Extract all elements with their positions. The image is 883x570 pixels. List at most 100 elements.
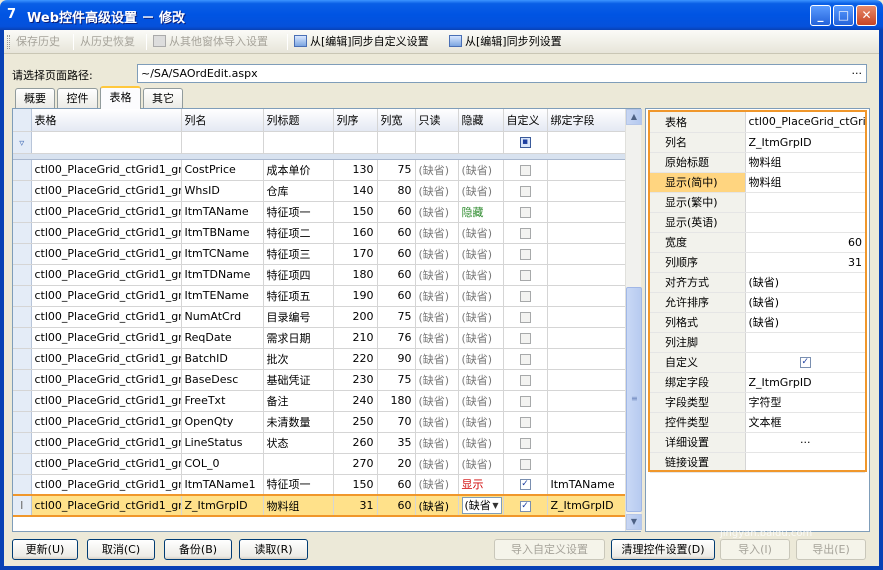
cell-bind-field[interactable] [547, 306, 625, 328]
cell-width[interactable]: 60 [377, 201, 416, 223]
chevron-down-icon[interactable]: ▼ [492, 498, 498, 513]
cell-readonly[interactable]: (缺省) [415, 411, 459, 433]
cell-custom[interactable] [503, 285, 548, 307]
table-row[interactable]: ctl00_PlaceGrid_ctGrid1_gridPOpenQty未清数量… [13, 411, 625, 433]
cell-column-name[interactable]: COL_0 [181, 453, 264, 475]
tab-controls[interactable]: 控件 [57, 88, 98, 108]
cell-width[interactable]: 35 [377, 432, 416, 454]
cell-hidden[interactable]: (缺省) [458, 243, 504, 265]
cell-table[interactable]: ctl00_PlaceGrid_ctGrid1_gridP [31, 348, 182, 370]
cell-column-title[interactable]: 未清数量 [263, 411, 334, 433]
cell-column-title[interactable]: 特征项三 [263, 243, 334, 265]
cell-order[interactable]: 190 [333, 285, 378, 307]
cell-custom[interactable] [503, 201, 548, 223]
cell-column-title[interactable]: 基础凭证 [263, 369, 334, 391]
cell-order[interactable]: 160 [333, 222, 378, 244]
cell-table[interactable]: ctl00_PlaceGrid_ctGrid1_gridP [31, 201, 182, 223]
cell-custom[interactable] [503, 264, 548, 286]
custom-checkbox[interactable]: ✓ [519, 500, 531, 512]
scroll-down-icon[interactable]: ▼ [626, 514, 642, 530]
custom-checkbox[interactable] [519, 437, 531, 449]
minimize-button[interactable]: _ [810, 5, 831, 26]
row-indicator[interactable] [13, 348, 32, 370]
custom-checkbox[interactable] [519, 374, 531, 386]
cell-column-name[interactable]: BaseDesc [181, 369, 264, 391]
close-button[interactable]: ✕ [856, 5, 877, 26]
cell-readonly[interactable]: (缺省) [415, 201, 459, 223]
cell-order[interactable]: 260 [333, 432, 378, 454]
sync-columns-button[interactable]: 从[编辑]同步列设置 [449, 34, 562, 50]
cell-column-title[interactable]: 特征项一 [263, 201, 334, 223]
cell-table[interactable]: ctl00_PlaceGrid_ctGrid1_gridP [31, 306, 182, 328]
cell-custom[interactable] [503, 432, 548, 454]
sync-custom-button[interactable]: 从[编辑]同步自定义设置 [294, 34, 429, 50]
cell-width[interactable]: 80 [377, 180, 416, 202]
cell-hidden[interactable]: (缺省) [458, 159, 504, 181]
cell-readonly[interactable]: (缺省) [415, 243, 459, 265]
col-header-title[interactable]: 列标题 [263, 109, 334, 132]
table-row[interactable]: ctl00_PlaceGrid_ctGrid1_gridPCOL_027020(… [13, 453, 625, 475]
custom-checkbox[interactable] [519, 206, 531, 218]
import-other-form-button[interactable]: 从其他窗体导入设置 [153, 34, 268, 50]
row-indicator[interactable] [13, 222, 32, 244]
col-header-width[interactable]: 列宽 [377, 109, 416, 132]
row-indicator[interactable] [13, 327, 32, 349]
cell-custom[interactable] [503, 390, 548, 412]
cell-custom[interactable] [503, 159, 548, 181]
table-row[interactable]: ctl00_PlaceGrid_ctGrid1_gridPNumAtCrd目录编… [13, 306, 625, 328]
cell-hidden[interactable]: (缺省) [458, 264, 504, 286]
import-button[interactable]: 导入(I) [720, 539, 790, 560]
cell-hidden[interactable]: 隐藏 [458, 201, 504, 223]
grid-vertical-scrollbar[interactable]: ▲ ≡ ▼ [625, 109, 642, 531]
cell-table[interactable]: ctl00_PlaceGrid_ctGrid1_gridP [31, 180, 182, 202]
clear-controls-button[interactable]: 清理控件设置(D) [611, 539, 715, 560]
cell-hidden[interactable]: (缺省) [458, 411, 504, 433]
cell-bind-field[interactable] [547, 285, 625, 307]
custom-checkbox[interactable] [519, 248, 531, 260]
cell-order[interactable]: 140 [333, 180, 378, 202]
row-indicator[interactable] [13, 159, 32, 181]
custom-checkbox[interactable] [519, 332, 531, 344]
cell-readonly[interactable]: (缺省) [415, 285, 459, 307]
filter-cell[interactable] [181, 131, 264, 154]
cell-column-title[interactable]: 批次 [263, 348, 334, 370]
table-row[interactable]: ctl00_PlaceGrid_ctGrid1_gridPItmTDName特征… [13, 264, 625, 286]
cell-order[interactable]: 220 [333, 348, 378, 370]
filter-checkbox[interactable]: ▪ [519, 137, 531, 148]
cell-readonly[interactable]: (缺省) [415, 390, 459, 412]
cell-column-name[interactable]: CostPrice [181, 159, 264, 181]
cell-custom[interactable] [503, 453, 548, 475]
cell-order[interactable]: 180 [333, 264, 378, 286]
cell-readonly[interactable]: (缺省) [415, 348, 459, 370]
cell-column-name[interactable]: ItmTAName1 [181, 474, 264, 496]
row-indicator[interactable]: I [13, 494, 32, 517]
cell-column-name[interactable]: ItmTEName [181, 285, 264, 307]
cell-table[interactable]: ctl00_PlaceGrid_ctGrid1_gridP [31, 243, 182, 265]
cell-column-title[interactable]: 特征项四 [263, 264, 334, 286]
filter-custom-checkbox[interactable]: ▪ [503, 131, 548, 154]
table-row[interactable]: ctl00_PlaceGrid_ctGrid1_gridPItmTAName1特… [13, 474, 625, 496]
col-header-order[interactable]: 列序 [333, 109, 378, 132]
cell-column-title[interactable]: 物料组 [263, 494, 334, 517]
row-indicator[interactable] [13, 390, 32, 412]
cell-table[interactable]: ctl00_PlaceGrid_ctGrid1_gridP [31, 453, 182, 475]
page-path-input[interactable]: ~/SA/SAOrdEdit.aspx ··· [137, 64, 867, 83]
update-button[interactable]: 更新(U) [12, 539, 78, 560]
custom-checkbox[interactable] [519, 185, 531, 197]
cell-bind-field[interactable] [547, 432, 625, 454]
cell-table[interactable]: ctl00_PlaceGrid_ctGrid1_gridP [31, 222, 182, 244]
cell-hidden[interactable]: (缺省) [458, 369, 504, 391]
cell-hidden[interactable]: (缺省) [458, 348, 504, 370]
cell-column-title[interactable]: 目录编号 [263, 306, 334, 328]
row-indicator[interactable] [13, 306, 32, 328]
cell-width[interactable]: 76 [377, 327, 416, 349]
cell-readonly[interactable]: (缺省) [415, 180, 459, 202]
cell-hidden[interactable]: (缺省) [458, 453, 504, 475]
cell-table[interactable]: ctl00_PlaceGrid_ctGrid1_gridP [31, 390, 182, 412]
cell-bind-field[interactable] [547, 201, 625, 223]
table-row[interactable]: ctl00_PlaceGrid_ctGrid1_gridPItmTAName特征… [13, 201, 625, 223]
cell-column-name[interactable]: ReqDate [181, 327, 264, 349]
col-header-name[interactable]: 列名 [181, 109, 264, 132]
custom-checkbox[interactable] [519, 227, 531, 239]
cell-bind-field[interactable] [547, 411, 625, 433]
